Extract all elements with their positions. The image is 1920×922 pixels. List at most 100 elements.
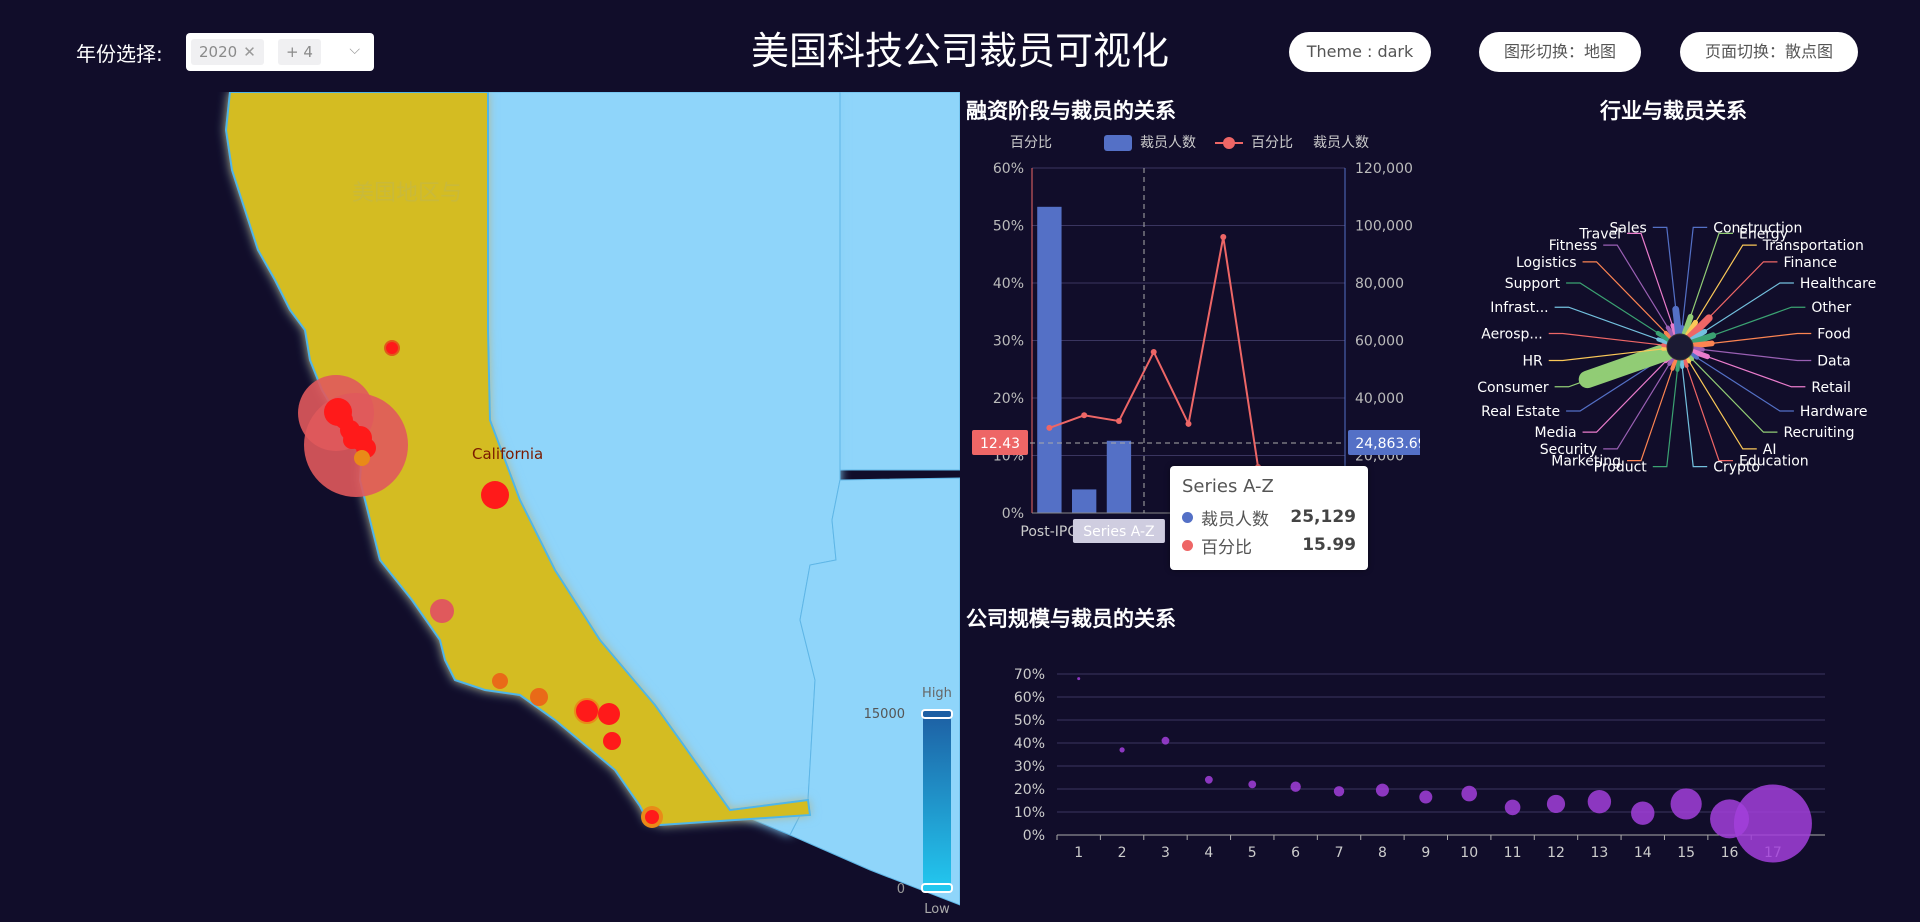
legend-bar-swatch[interactable] [1104, 135, 1132, 151]
industry-label: Consumer [1477, 380, 1549, 396]
industry-chart[interactable]: ConstructionEnergyTransportationFinanceH… [1420, 130, 1920, 530]
industry-label: Retail [1811, 380, 1851, 396]
y-tick: 60% [1014, 690, 1045, 706]
scatter-point[interactable] [1631, 801, 1655, 825]
scatter-point[interactable] [1119, 747, 1125, 753]
percent-point[interactable] [1220, 234, 1227, 240]
percent-point[interactable] [1081, 412, 1088, 419]
industry-label: Healthcare [1800, 276, 1876, 292]
scatter-point[interactable] [1670, 788, 1702, 820]
scatter-point[interactable] [1333, 786, 1345, 797]
pointer-left-value: 12.43 [980, 436, 1020, 452]
funding-bar[interactable] [1106, 440, 1132, 513]
x-tick: 10 [1460, 845, 1478, 861]
industry-chart-title: 行业与裁员关系 [1600, 99, 1747, 123]
x-tick: 6 [1291, 845, 1300, 861]
percent-point[interactable] [1046, 424, 1053, 431]
industry-label: Media [1534, 425, 1576, 441]
map-bubble[interactable] [598, 703, 620, 725]
x-tick: 4 [1204, 845, 1213, 861]
scatter-point[interactable] [1461, 785, 1478, 802]
industry-bar[interactable] [1685, 356, 1692, 364]
chart-switch-button[interactable]: 图形切换：地图 [1479, 32, 1641, 72]
map-bubble[interactable] [481, 481, 509, 509]
chart-tooltip: Series A-Z 裁员人数 25,129 百分比 15.99 [1170, 466, 1368, 570]
y-tick: 70% [1014, 667, 1045, 683]
y-left-tick: 20% [993, 391, 1024, 407]
map-bubble[interactable] [343, 431, 361, 449]
page-switch-button[interactable]: 页面切换：散点图 [1680, 32, 1858, 72]
industry-label: Support [1505, 276, 1561, 292]
map-bubble[interactable] [574, 698, 600, 724]
scatter-point[interactable] [1204, 775, 1213, 784]
map-bubble[interactable] [492, 673, 508, 689]
year-tag-label: 2020 [199, 43, 238, 61]
industry-label: Other [1811, 300, 1851, 316]
scatter-point[interactable] [1546, 794, 1566, 814]
chevron-down-icon[interactable]: ⌵ [349, 42, 360, 58]
x-tick: 1 [1074, 845, 1083, 861]
visual-map-handle-top[interactable] [921, 709, 953, 719]
y-tick: 0% [1023, 828, 1045, 844]
year-select[interactable]: 2020 ✕ + 4 ⌵ [186, 33, 374, 71]
percent-point[interactable] [1185, 420, 1192, 427]
x-tick: 3 [1161, 845, 1170, 861]
map-bubble[interactable] [645, 810, 659, 824]
industry-label: Food [1817, 327, 1851, 343]
visual-map-low: Low [924, 902, 950, 917]
pointer-right-value: 24,863.69 [1355, 436, 1420, 452]
map-title: 美国地区与 [352, 181, 462, 206]
size-chart[interactable]: 0%10%20%30%40%50%60%70%1 2 3 4 5 6 7 8 9 10 11 12 13… [960, 640, 1920, 922]
legend-line-label[interactable]: 百分比 [1251, 135, 1293, 151]
scatter-point[interactable] [1733, 784, 1812, 863]
visual-map-bar [923, 712, 951, 888]
scatter-point[interactable] [1077, 677, 1081, 681]
industry-bar[interactable] [1687, 354, 1695, 362]
scatter-point[interactable] [1587, 789, 1612, 814]
map-bubble[interactable] [354, 450, 370, 466]
map-bubble[interactable] [384, 340, 400, 356]
x-tick: 16 [1721, 845, 1739, 861]
scatter-point[interactable] [1375, 783, 1389, 797]
legend-bar-label[interactable]: 裁员人数 [1140, 135, 1196, 151]
year-tag: 2020 ✕ [191, 39, 264, 65]
industry-label-line [1627, 232, 1675, 331]
scatter-point[interactable] [1290, 781, 1301, 792]
industry-label-line [1554, 306, 1664, 342]
scatter-point[interactable] [1419, 790, 1433, 804]
year-filter-label: 年份选择: [76, 42, 163, 66]
percent-point[interactable] [1115, 418, 1122, 425]
y-left-tick: 50% [993, 219, 1024, 235]
visual-map-min: 0 [897, 882, 905, 897]
theme-button[interactable]: Theme : dark [1289, 32, 1431, 72]
y-tick: 30% [1014, 759, 1045, 775]
industry-label: Security [1540, 442, 1598, 458]
y-tick: 40% [1014, 736, 1045, 752]
y-left-tick: 30% [993, 334, 1024, 350]
visual-map-handle-bottom[interactable] [921, 883, 953, 893]
industry-label: HR [1522, 353, 1543, 369]
funding-bar[interactable] [1071, 489, 1097, 513]
y-right-tick: 120,000 [1355, 161, 1413, 177]
tooltip-value: 15.99 [1302, 535, 1356, 555]
close-icon[interactable]: ✕ [243, 43, 256, 61]
percent-point[interactable] [1150, 349, 1157, 355]
map-bubble[interactable] [335, 411, 353, 429]
tooltip-dot [1182, 511, 1193, 523]
y-right-tick: 100,000 [1355, 219, 1413, 235]
scatter-point[interactable] [1504, 799, 1521, 816]
map-bubble[interactable] [603, 732, 621, 750]
visual-map-high: High [922, 686, 952, 701]
industry-label-line [1694, 356, 1794, 412]
scatter-point[interactable] [1161, 736, 1170, 745]
legend-line-swatch[interactable] [1223, 137, 1235, 149]
us-map[interactable]: 美国地区与 California High 15000 0 Low [0, 92, 960, 922]
y-right-tick: 60,000 [1355, 334, 1404, 350]
map-bubble[interactable] [430, 599, 454, 623]
funding-legend[interactable]: 百分比 裁员人数 百分比 裁员人数 [1010, 135, 1369, 151]
map-bubble[interactable] [530, 688, 548, 706]
industry-label: Hardware [1800, 404, 1868, 420]
funding-bar[interactable] [1037, 206, 1062, 513]
scatter-point[interactable] [1248, 780, 1257, 789]
industry-label: Sales [1610, 220, 1647, 236]
